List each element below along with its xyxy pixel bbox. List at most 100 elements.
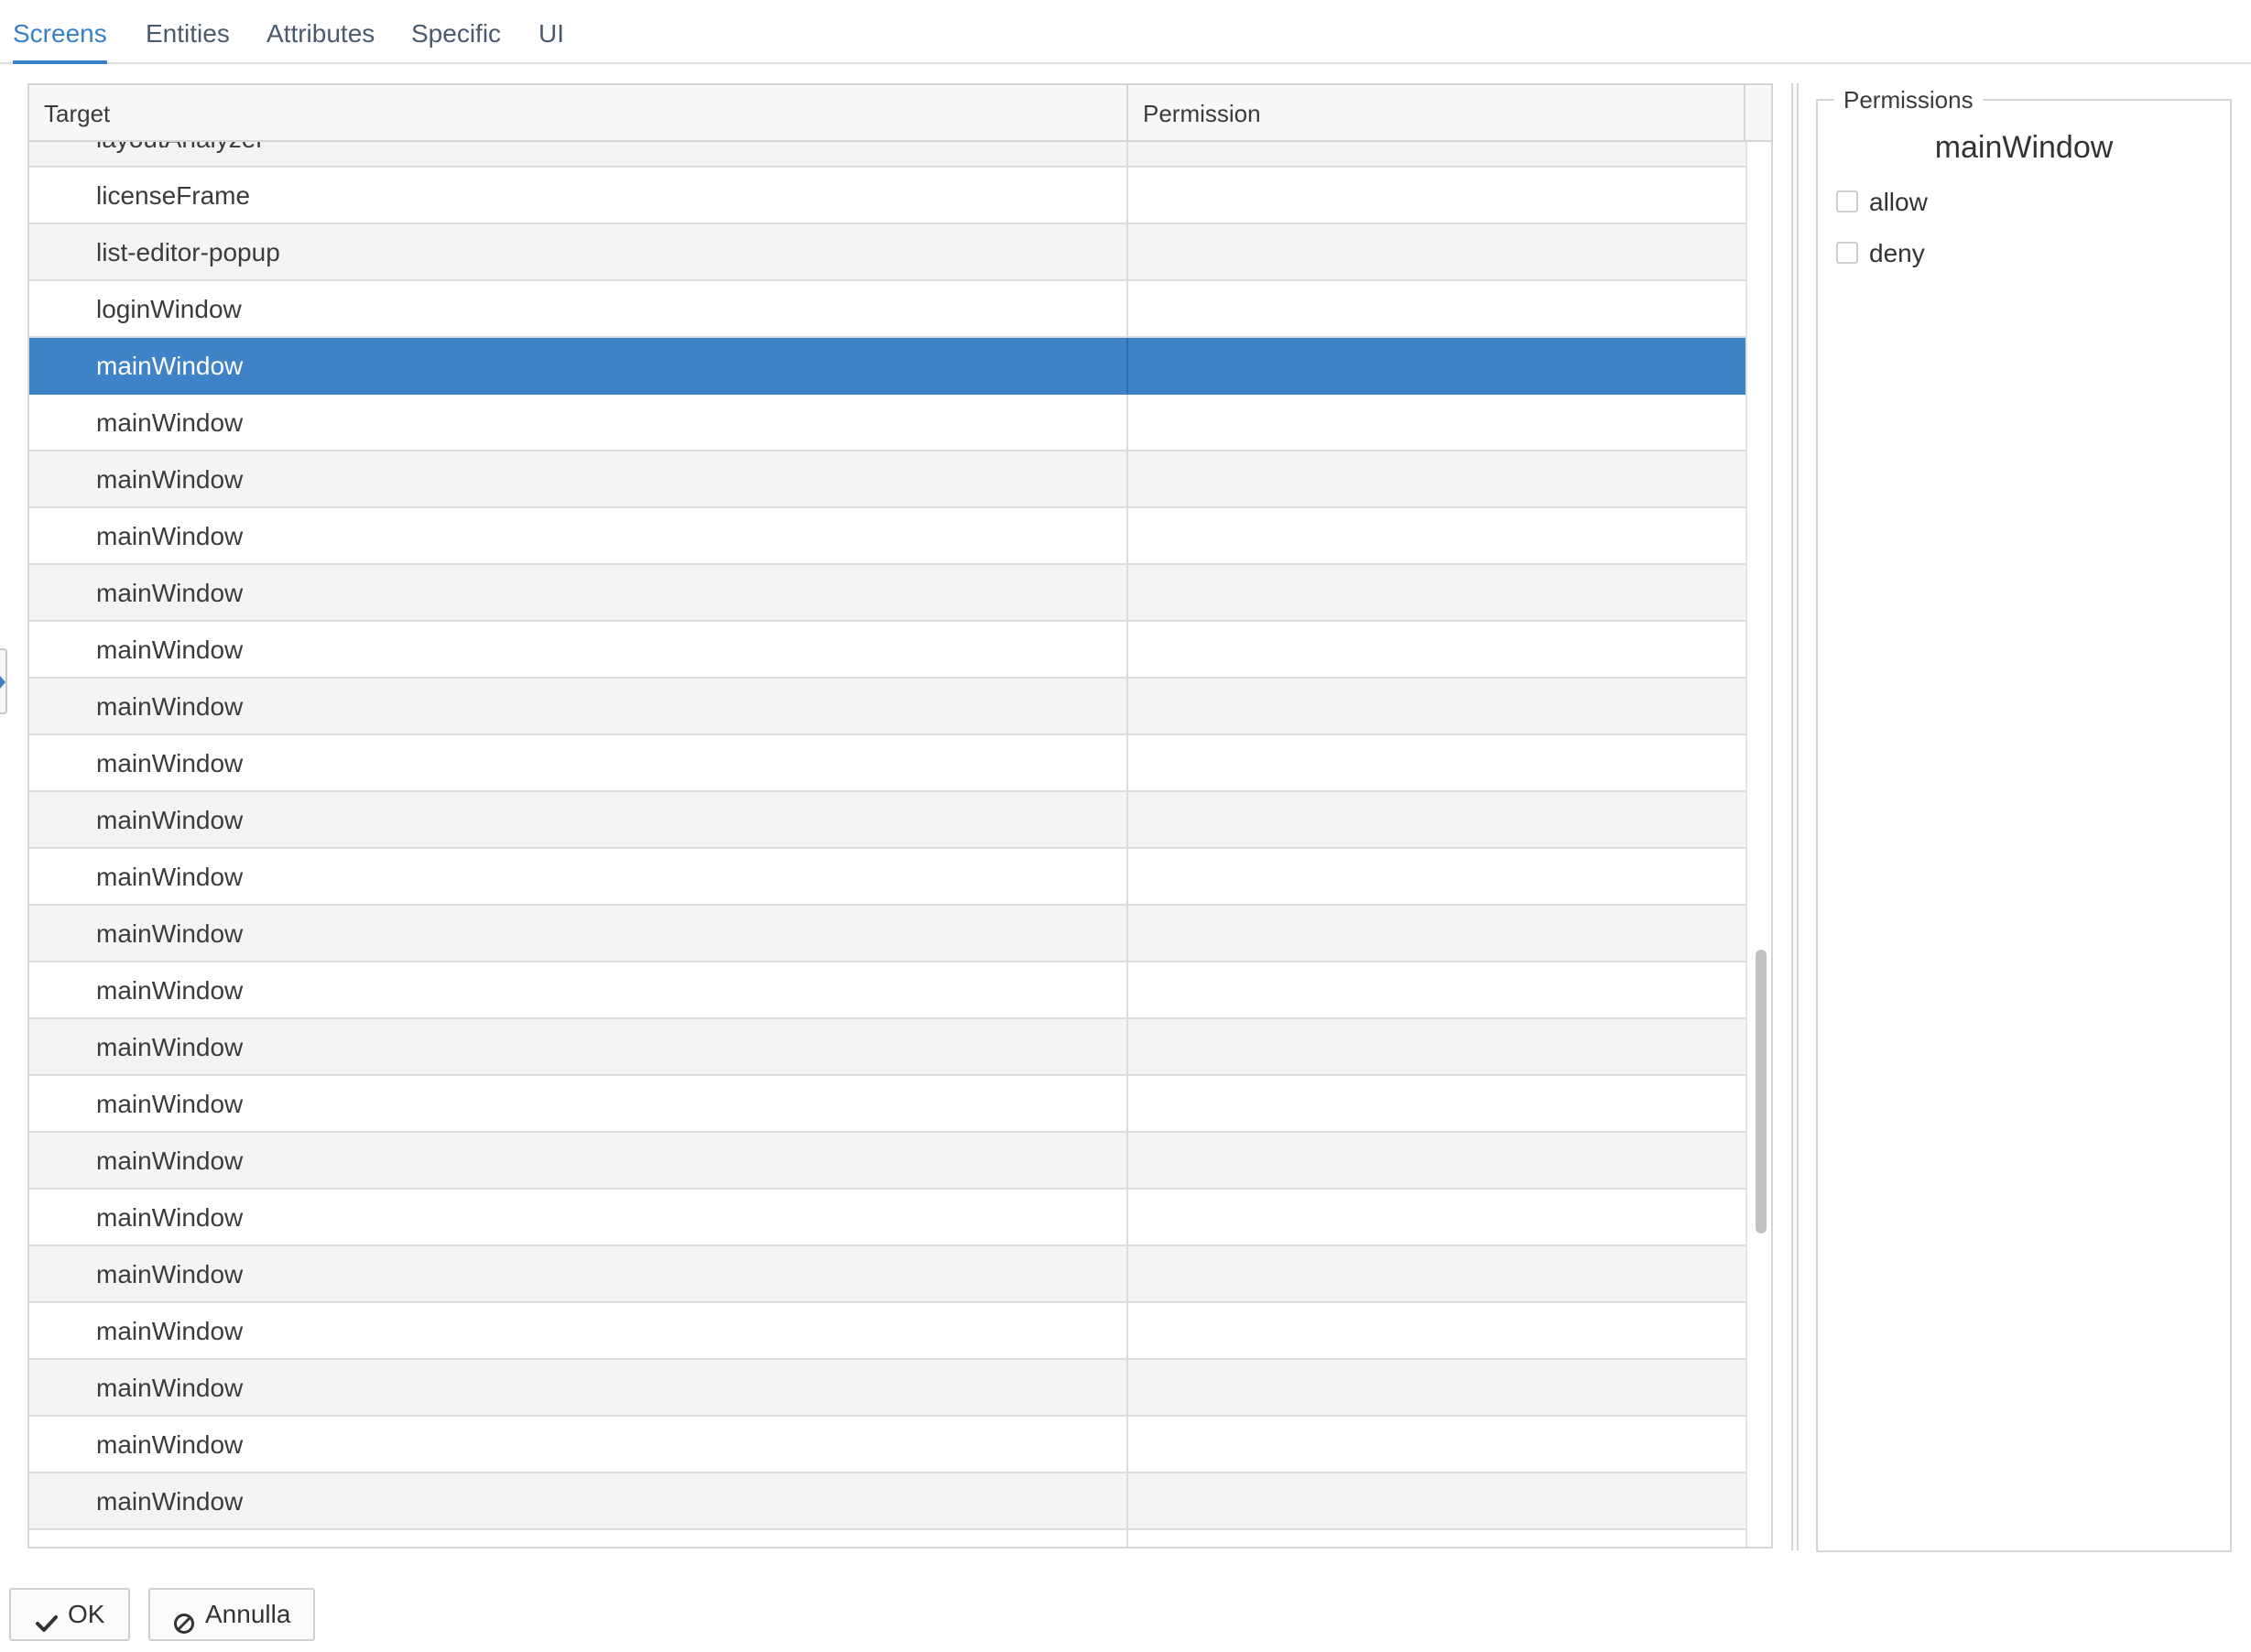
- table-row[interactable]: layoutAnalyzer: [29, 142, 1745, 168]
- table-header: Target Permission: [29, 85, 1771, 142]
- permission-cell: [1128, 735, 1745, 790]
- permission-cell: [1128, 1417, 1745, 1472]
- table-rows: layoutAnalyzerlicenseFramelist-editor-po…: [29, 142, 1745, 1547]
- table-scrollbar[interactable]: [1745, 142, 1771, 1547]
- table-row[interactable]: mainWindow: [29, 565, 1745, 622]
- target-cell: mainWindow: [29, 1246, 1128, 1301]
- table-row[interactable]: mainWindow: [29, 906, 1745, 962]
- table-row[interactable]: mainWindow: [29, 395, 1745, 451]
- tab-attributes[interactable]: Attributes: [266, 0, 375, 64]
- permission-cell: [1128, 281, 1745, 336]
- table-row[interactable]: mainWindow: [29, 1019, 1745, 1076]
- permission-cell: [1128, 792, 1745, 847]
- table-row[interactable]: licenseFrame: [29, 168, 1745, 224]
- target-cell: mainWindow: [29, 1019, 1128, 1074]
- table-row[interactable]: mainWindow: [29, 1190, 1745, 1246]
- table-row[interactable]: mainWindow: [29, 1473, 1745, 1530]
- target-cell: mainWindow: [29, 962, 1128, 1017]
- target-cell: mainWindow: [29, 735, 1128, 790]
- targets-table: Target Permission layoutAnalyzerlicenseF…: [27, 83, 1773, 1549]
- table-row[interactable]: mainWindow: [29, 962, 1745, 1019]
- target-cell: mainWindow: [29, 1190, 1128, 1244]
- permission-cell: [1128, 224, 1745, 279]
- checkbox-box[interactable]: [1836, 241, 1858, 264]
- permissions-panel: Permissions mainWindow allow deny: [1816, 86, 2232, 1552]
- deny-label: deny: [1869, 239, 1925, 267]
- allow-label: allow: [1869, 188, 1928, 216]
- permission-cell: [1128, 395, 1745, 450]
- ok-button[interactable]: OK: [9, 1588, 130, 1641]
- column-header-permission[interactable]: Permission: [1128, 85, 1745, 140]
- cancel-label: Annulla: [205, 1600, 291, 1628]
- table-row[interactable]: mainWindow: [29, 1133, 1745, 1190]
- table-row[interactable]: mainWindow: [29, 338, 1745, 395]
- permission-cell: [1128, 1190, 1745, 1244]
- target-cell: mainWindow: [29, 906, 1128, 961]
- permission-cell: [1128, 1133, 1745, 1188]
- permission-cell: [1128, 168, 1745, 223]
- side-panel-expand-handle[interactable]: [0, 648, 7, 714]
- permission-cell: [1128, 1303, 1745, 1358]
- target-cell: mainWindow: [29, 1360, 1128, 1415]
- ban-icon: [172, 1603, 196, 1634]
- allow-checkbox[interactable]: allow: [1836, 185, 1928, 220]
- permission-cell: [1128, 565, 1745, 620]
- column-header-target[interactable]: Target: [29, 85, 1128, 140]
- target-cell: mainWindow: [29, 622, 1128, 677]
- table-row[interactable]: [29, 1530, 1745, 1547]
- target-cell: mainWindow: [29, 1417, 1128, 1472]
- target-cell: mainWindow: [29, 849, 1128, 904]
- permission-cell: [1128, 142, 1745, 166]
- table-row[interactable]: mainWindow: [29, 792, 1745, 849]
- permission-cell: [1128, 1473, 1745, 1528]
- target-cell: mainWindow: [29, 451, 1128, 506]
- table-row[interactable]: mainWindow: [29, 849, 1745, 906]
- table-row[interactable]: mainWindow: [29, 679, 1745, 735]
- target-cell: mainWindow: [29, 792, 1128, 847]
- cancel-button[interactable]: Annulla: [148, 1588, 315, 1641]
- selected-target-name: mainWindow: [1934, 130, 2114, 165]
- tab-screens[interactable]: Screens: [13, 0, 107, 64]
- table-row[interactable]: list-editor-popup: [29, 224, 1745, 281]
- ok-label: OK: [68, 1600, 105, 1628]
- target-cell: mainWindow: [29, 565, 1128, 620]
- permission-cell: [1128, 1019, 1745, 1074]
- table-row[interactable]: mainWindow: [29, 1417, 1745, 1473]
- panel-splitter[interactable]: [1791, 83, 1799, 1550]
- scrollbar-thumb[interactable]: [1756, 950, 1767, 1234]
- table-row[interactable]: mainWindow: [29, 508, 1745, 565]
- table-row[interactable]: mainWindow: [29, 451, 1745, 508]
- target-cell: mainWindow: [29, 679, 1128, 734]
- permission-cell: [1128, 338, 1745, 393]
- permission-cell: [1128, 508, 1745, 563]
- table-row[interactable]: mainWindow: [29, 622, 1745, 679]
- target-cell: mainWindow: [29, 1303, 1128, 1358]
- table-row[interactable]: mainWindow: [29, 1076, 1745, 1133]
- permission-cell: [1128, 962, 1745, 1017]
- deny-checkbox[interactable]: deny: [1836, 236, 1925, 271]
- target-cell: mainWindow: [29, 1133, 1128, 1188]
- permission-cell: [1128, 849, 1745, 904]
- table-row[interactable]: mainWindow: [29, 1246, 1745, 1303]
- table-body: layoutAnalyzerlicenseFramelist-editor-po…: [29, 142, 1745, 1547]
- permissions-legend: Permissions: [1834, 86, 1983, 114]
- checkmark-icon: [35, 1603, 59, 1632]
- checkbox-box[interactable]: [1836, 190, 1858, 212]
- permission-cell: [1128, 679, 1745, 734]
- permission-cell: [1128, 906, 1745, 961]
- table-row[interactable]: loginWindow: [29, 281, 1745, 338]
- table-row[interactable]: mainWindow: [29, 735, 1745, 792]
- target-cell: mainWindow: [29, 395, 1128, 450]
- target-cell: mainWindow: [29, 1076, 1128, 1131]
- permission-cell: [1128, 1360, 1745, 1415]
- tab-entities[interactable]: Entities: [146, 0, 230, 64]
- table-row[interactable]: mainWindow: [29, 1360, 1745, 1417]
- table-row[interactable]: mainWindow: [29, 1303, 1745, 1360]
- tab-specific[interactable]: Specific: [411, 0, 501, 64]
- target-cell: [29, 1530, 1128, 1547]
- permission-cell: [1128, 1530, 1745, 1547]
- tab-ui[interactable]: UI: [538, 0, 564, 64]
- target-cell: mainWindow: [29, 1473, 1128, 1528]
- permission-cell: [1128, 451, 1745, 506]
- tab-bar: Screens Entities Attributes Specific UI: [0, 0, 2251, 64]
